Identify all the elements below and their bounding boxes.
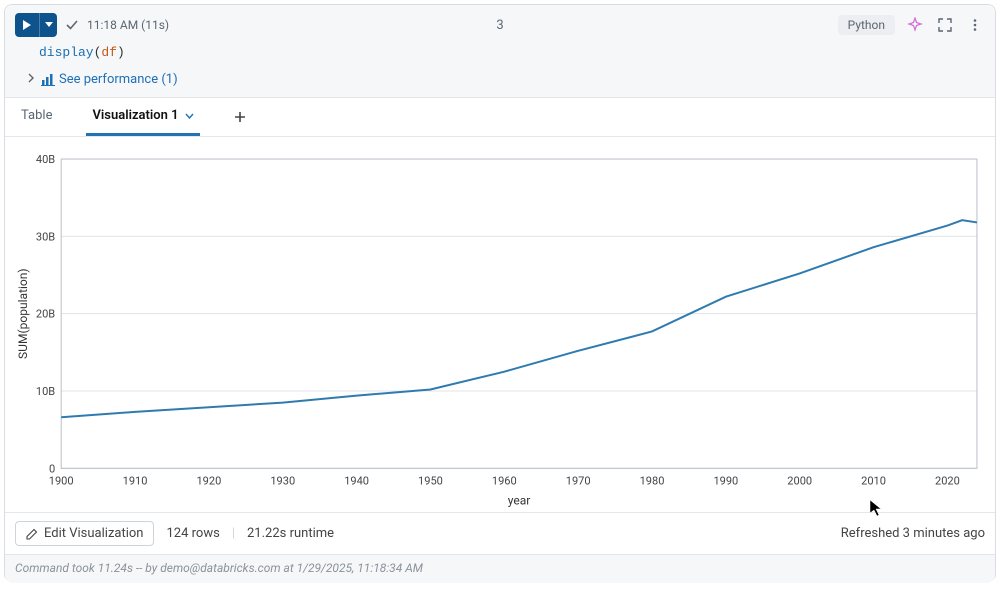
edit-visualization-button[interactable]: Edit Visualization bbox=[15, 521, 154, 546]
svg-text:1930: 1930 bbox=[270, 474, 295, 487]
svg-text:2010: 2010 bbox=[861, 474, 886, 487]
svg-text:1950: 1950 bbox=[418, 474, 443, 487]
assistant-icon[interactable] bbox=[905, 15, 925, 35]
tab-visualization-1[interactable]: Visualization 1 bbox=[86, 98, 199, 136]
svg-text:30B: 30B bbox=[36, 230, 55, 243]
svg-text:10B: 10B bbox=[36, 385, 55, 398]
header-right: Python bbox=[838, 15, 985, 35]
perf-link-label: See performance (1) bbox=[59, 72, 178, 87]
notebook-cell: 11:18 AM (11s) 3 Python display(df) bbox=[4, 4, 996, 582]
add-tab-button[interactable] bbox=[228, 101, 252, 136]
chevron-right-icon[interactable] bbox=[27, 72, 35, 87]
tab-viz-label: Visualization 1 bbox=[92, 108, 178, 123]
runtime-text: 21.22s runtime bbox=[247, 526, 334, 541]
command-status: Command took 11.24s -- by demo@databrick… bbox=[5, 554, 995, 583]
pencil-icon bbox=[26, 528, 38, 540]
run-dropdown[interactable] bbox=[39, 13, 57, 37]
row-count: 124 rows bbox=[166, 526, 219, 541]
refreshed-text: Refreshed 3 minutes ago bbox=[841, 526, 985, 541]
result-tabs: Table Visualization 1 bbox=[5, 98, 995, 137]
bar-chart-icon bbox=[41, 74, 55, 86]
svg-text:year: year bbox=[508, 493, 531, 507]
kebab-menu-icon[interactable] bbox=[965, 15, 985, 35]
result-footer: Edit Visualization 124 rows | 21.22s run… bbox=[5, 512, 995, 554]
svg-text:1960: 1960 bbox=[492, 474, 517, 487]
svg-text:40B: 40B bbox=[36, 153, 55, 166]
language-pill[interactable]: Python bbox=[838, 15, 895, 35]
status-time: 11:18 AM (11s) bbox=[87, 18, 169, 32]
svg-text:SUM(population): SUM(population) bbox=[16, 268, 30, 359]
chevron-down-icon bbox=[45, 22, 53, 28]
status-text: Command took 11.24s -- by demo@databrick… bbox=[15, 561, 423, 575]
chevron-down-icon[interactable] bbox=[185, 108, 194, 123]
play-icon bbox=[22, 20, 32, 30]
svg-text:2000: 2000 bbox=[787, 474, 812, 487]
svg-text:20B: 20B bbox=[36, 308, 55, 321]
svg-text:1900: 1900 bbox=[49, 474, 74, 487]
chart-area: 010B20B30B40B190019101920193019401950196… bbox=[5, 137, 995, 512]
edit-label: Edit Visualization bbox=[44, 526, 143, 541]
line-chart[interactable]: 010B20B30B40B190019101920193019401950196… bbox=[13, 147, 987, 512]
tab-table[interactable]: Table bbox=[15, 98, 58, 136]
code-editor[interactable]: display(df) bbox=[5, 41, 995, 68]
expand-icon[interactable] bbox=[935, 15, 955, 35]
run-button-group bbox=[15, 13, 57, 37]
plus-icon bbox=[234, 111, 246, 123]
svg-text:1910: 1910 bbox=[123, 474, 148, 487]
svg-text:1970: 1970 bbox=[566, 474, 591, 487]
svg-text:1980: 1980 bbox=[640, 474, 665, 487]
command-number: 3 bbox=[496, 18, 503, 33]
svg-text:2020: 2020 bbox=[935, 474, 960, 487]
svg-text:1920: 1920 bbox=[196, 474, 221, 487]
code-var: df bbox=[101, 45, 117, 60]
run-button[interactable] bbox=[15, 13, 39, 37]
status-check-icon bbox=[65, 18, 79, 32]
see-performance-link[interactable]: See performance (1) bbox=[41, 72, 178, 87]
performance-row: See performance (1) bbox=[5, 68, 995, 98]
cell-header: 11:18 AM (11s) 3 Python bbox=[5, 5, 995, 41]
tab-table-label: Table bbox=[21, 108, 52, 123]
svg-text:1940: 1940 bbox=[344, 474, 369, 487]
svg-text:1990: 1990 bbox=[713, 474, 738, 487]
code-fn: display bbox=[39, 45, 94, 60]
